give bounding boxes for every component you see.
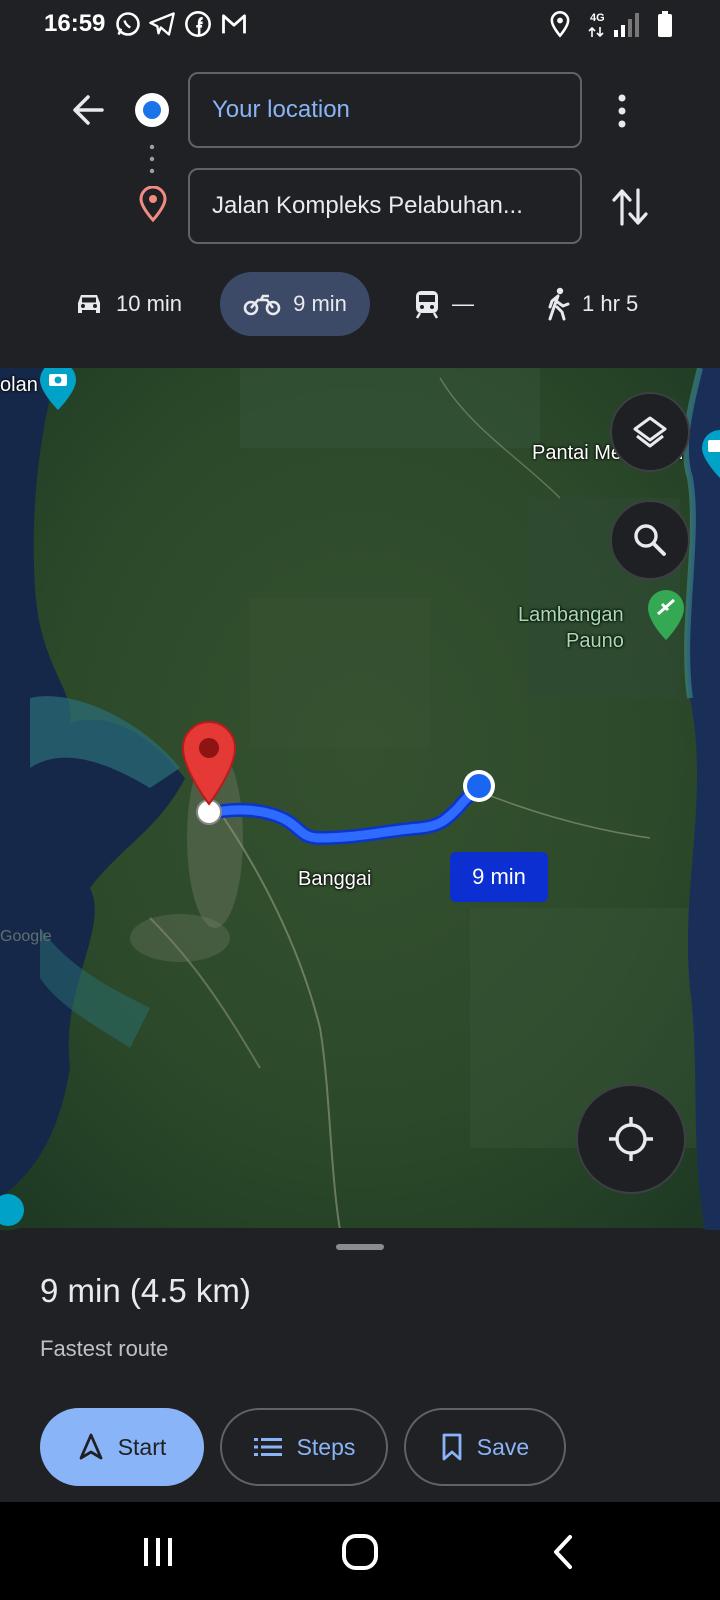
layers-icon	[633, 416, 667, 448]
directions-header: Your location Jalan Kompleks Pelabuhan..…	[0, 50, 720, 368]
whatsapp-icon	[116, 12, 140, 36]
route-summary: 9 min (4.5 km)	[40, 1272, 251, 1309]
telegram-icon	[149, 12, 175, 36]
my-location-icon	[609, 1117, 653, 1161]
search-icon	[634, 524, 666, 556]
map-label-pauno: Pauno	[566, 630, 624, 652]
route-dots-icon	[149, 144, 155, 174]
location-icon	[550, 11, 570, 38]
motorcycle-icon	[243, 294, 281, 316]
save-label: Save	[476, 1433, 530, 1460]
facebook-icon	[185, 11, 211, 37]
network-type: 4G	[590, 12, 605, 24]
sheet-drag-handle[interactable]	[336, 1244, 384, 1250]
recenter-button[interactable]	[576, 1084, 686, 1194]
status-time: 16:59	[44, 10, 106, 37]
mode-transit-label: —	[452, 291, 474, 316]
home-icon[interactable]	[340, 1532, 380, 1572]
layers-button[interactable]	[610, 392, 690, 472]
mode-walk[interactable]: 1 hr 5	[546, 272, 638, 336]
origin-field[interactable]: Your location	[188, 72, 582, 148]
walking-icon	[548, 287, 570, 321]
google-watermark: Google	[0, 928, 52, 945]
back-icon[interactable]	[548, 1534, 578, 1570]
mode-walk-label: 1 hr 5	[582, 291, 639, 316]
system-nav-bar	[0, 1502, 720, 1600]
route-bottom-sheet[interactable]: 9 min (4.5 km) Fastest route Start Steps…	[0, 1228, 720, 1502]
bookmark-icon	[442, 1433, 462, 1461]
mode-motorcycle[interactable]: 9 min	[220, 272, 370, 336]
map-label-olan: olan	[0, 374, 38, 396]
list-icon	[253, 1438, 282, 1456]
map-label-banggai: Banggai	[298, 868, 372, 890]
data-arrows-icon	[588, 26, 604, 38]
status-bar: 16:59 4G	[0, 0, 720, 50]
recents-icon[interactable]	[140, 1534, 176, 1570]
start-label: Start	[117, 1433, 167, 1460]
battery-icon	[658, 11, 672, 37]
back-arrow-icon[interactable]	[68, 90, 108, 130]
steps-button[interactable]: Steps	[220, 1408, 388, 1486]
train-icon	[415, 291, 439, 319]
search-along-route-button[interactable]	[610, 500, 690, 580]
navigation-icon	[79, 1433, 103, 1460]
more-options-icon[interactable]	[616, 92, 628, 130]
origin-dot-icon	[135, 93, 169, 127]
map-view[interactable]: olan Pantai Mendatan Lambangan Pauno Ban…	[0, 368, 720, 1230]
gmail-icon	[222, 14, 246, 34]
destination-pin-icon	[139, 186, 167, 222]
route-duration-badge[interactable]: 9 min	[450, 852, 548, 902]
mode-car-label: 10 min	[116, 291, 183, 316]
car-icon	[78, 295, 100, 313]
destination-field[interactable]: Jalan Kompleks Pelabuhan...	[188, 168, 582, 244]
mode-transit[interactable]: —	[414, 272, 474, 336]
mode-car[interactable]: 10 min	[74, 272, 182, 336]
swap-icon[interactable]	[610, 186, 650, 228]
save-button[interactable]: Save	[404, 1408, 566, 1486]
signal-icon	[614, 13, 639, 37]
map-label-lambangan: Lambangan	[518, 604, 624, 626]
start-button[interactable]: Start	[40, 1408, 204, 1486]
steps-label: Steps	[296, 1433, 356, 1460]
mode-motorcycle-label: 9 min	[293, 291, 347, 316]
route-note: Fastest route	[40, 1336, 169, 1361]
